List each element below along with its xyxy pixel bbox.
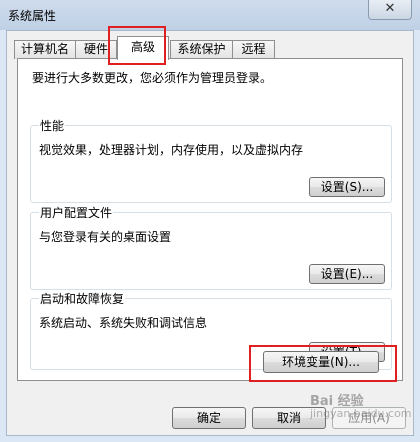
admin-note: 要进行大多数更改，您必须作为管理员登录。 [32, 71, 273, 85]
tab-computer-name[interactable]: 计算机名 [14, 40, 76, 59]
performance-settings-button[interactable]: 设置(S)... [309, 177, 385, 197]
performance-description: 视觉效果，处理器计划，内存使用，以及虚拟内存 [39, 143, 304, 157]
window-title: 系统属性 [8, 9, 57, 23]
tab-label: 远程 [241, 42, 266, 56]
advanced-tab-highlight [108, 26, 166, 65]
tab-label: 计算机名 [20, 42, 69, 56]
ok-button[interactable]: 确定 [172, 407, 246, 429]
watermark: Bai 经验 jingyan.baidu.com [310, 395, 412, 436]
close-icon: ✕ [384, 1, 396, 16]
startup-recovery-title: 启动和故障恢复 [39, 290, 126, 307]
environment-variables-highlight [249, 345, 397, 382]
close-button[interactable]: ✕ [368, 0, 412, 20]
tab-system-protection[interactable]: 系统保护 [170, 40, 233, 59]
tab-label: 硬件 [83, 42, 108, 56]
user-profiles-description: 与您登录有关的桌面设置 [39, 230, 172, 244]
performance-group: 性能 视觉效果，处理器计划，内存使用，以及虚拟内存 设置(S)... [30, 117, 392, 203]
user-profiles-group: 用户配置文件 与您登录有关的桌面设置 设置(E)... [30, 204, 392, 290]
tab-remote[interactable]: 远程 [232, 40, 275, 59]
watermark-url: jingyan.baidu.com [310, 407, 412, 420]
user-profiles-title: 用户配置文件 [39, 204, 114, 221]
title-bar: 系统属性 [0, 0, 420, 30]
tab-label: 系统保护 [177, 42, 226, 56]
startup-recovery-description: 系统启动、系统失败和调试信息 [39, 316, 208, 330]
user-profiles-settings-button[interactable]: 设置(E)... [309, 264, 385, 284]
performance-title: 性能 [39, 117, 66, 134]
advanced-tab-panel: 要进行大多数更改，您必须作为管理员登录。 性能 视觉效果，处理器计划，内存使用，… [17, 58, 403, 381]
